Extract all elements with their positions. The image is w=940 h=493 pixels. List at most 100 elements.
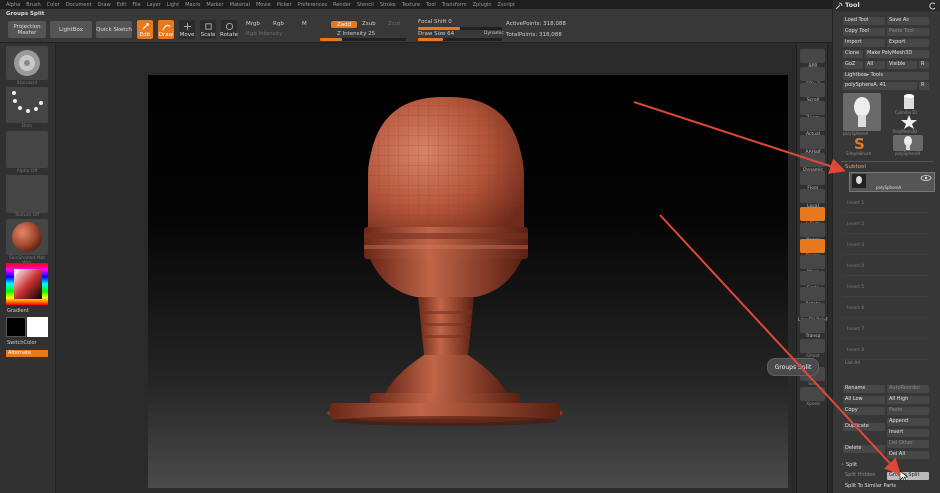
eye-icon[interactable]	[920, 175, 932, 181]
tool-thumb-cylinder[interactable]	[897, 93, 921, 111]
shelf-aahalf-button[interactable]	[800, 135, 825, 149]
visible-button[interactable]: Visible	[887, 61, 917, 69]
dynamic-toggle[interactable]: Dynamic	[484, 31, 504, 36]
scale-button[interactable]: Scale	[200, 20, 216, 39]
copy-subtool-button[interactable]: Copy	[843, 407, 885, 415]
menu-item-material[interactable]: Material	[230, 2, 250, 8]
subtool-active-item[interactable]: polySphereA	[849, 172, 935, 192]
r-button[interactable]: R	[919, 61, 929, 69]
menu-item-stencil[interactable]: Stencil	[357, 2, 374, 8]
tool-thumb-polymesh[interactable]	[897, 114, 921, 130]
draw-size-slider[interactable]	[418, 38, 502, 41]
save-as-button[interactable]: Save As	[887, 17, 929, 25]
menu-item-zplugin[interactable]: Zplugin	[473, 2, 492, 8]
zadd-button[interactable]: Zadd	[331, 21, 357, 28]
color-picker[interactable]	[6, 263, 48, 305]
alternate-button[interactable]: Alternate	[6, 350, 48, 357]
paste-tool-button[interactable]: Paste Tool	[887, 28, 929, 36]
menu-item-file[interactable]: File	[132, 2, 140, 8]
rgb-intensity-slider[interactable]: Rgb Intensity	[246, 31, 283, 37]
quick-sketch-button[interactable]: Quick Sketch	[96, 21, 132, 38]
shelf-bpr-button[interactable]	[800, 49, 825, 63]
shelf-ghost-button[interactable]	[800, 339, 825, 353]
shelf-dynamic-persp-button[interactable]	[800, 153, 825, 167]
subtool-slot[interactable]: Insert 1	[843, 194, 929, 213]
shelf-xpose-button[interactable]	[800, 387, 825, 401]
shelf-scale-button[interactable]	[800, 271, 825, 285]
menu-item-edit[interactable]: Edit	[117, 2, 127, 8]
alpha-thumb[interactable]	[6, 131, 48, 168]
main-color-swatch[interactable]	[6, 317, 26, 337]
shelf-actual-button[interactable]	[800, 117, 825, 131]
lightbox-tools-button[interactable]: Lightbox▸ Tools	[843, 72, 929, 80]
material-thumb[interactable]	[6, 219, 48, 255]
menu-item-alpha[interactable]: Alpha	[6, 2, 20, 8]
shelf-scroll-button[interactable]	[800, 83, 825, 97]
split-section-header[interactable]: Split	[846, 462, 857, 468]
subtool-slot[interactable]: Insert 6	[843, 299, 929, 318]
m-toggle[interactable]: M	[302, 21, 307, 27]
shelf-l-sym-button[interactable]	[800, 207, 825, 221]
edit-button[interactable]: Edit	[137, 20, 153, 39]
shelf-floor-button[interactable]	[800, 171, 825, 185]
append-button[interactable]: Append	[887, 418, 929, 426]
insert-button[interactable]: Insert	[887, 429, 929, 437]
rgb-toggle[interactable]: Rgb	[273, 21, 284, 27]
rotate-button[interactable]: Rotate	[220, 20, 238, 39]
menu-item-draw[interactable]: Draw	[98, 2, 111, 8]
subtool-slot[interactable]: Insert 7	[843, 320, 929, 339]
split-to-similar-parts-button[interactable]: Split To Similar Parts	[843, 483, 929, 491]
tool-thumb-polysphere-2[interactable]	[893, 135, 923, 151]
list-all-button[interactable]: List All	[845, 361, 860, 366]
menu-item-stroke[interactable]: Stroke	[380, 2, 396, 8]
menu-item-macro[interactable]: Macro	[185, 2, 200, 8]
export-button[interactable]: Export	[887, 39, 929, 47]
zcut-button[interactable]: Zcut	[388, 21, 400, 27]
tool-thumb-polysphere[interactable]	[843, 93, 881, 131]
duplicate-button[interactable]: Duplicate	[843, 423, 885, 431]
mrgb-toggle[interactable]: Mrgb	[246, 21, 260, 27]
rename-button[interactable]: Rename	[843, 385, 885, 393]
refresh-icon[interactable]	[929, 2, 937, 10]
switch-color-button[interactable]: SwitchColor	[7, 340, 37, 346]
shelf-local-button[interactable]	[800, 189, 825, 203]
menu-item-brush[interactable]: Brush	[26, 2, 40, 8]
menu-item-transform[interactable]: Transform	[442, 2, 467, 8]
delete-button[interactable]: Delete	[843, 445, 885, 453]
draw-button[interactable]: Draw	[158, 20, 174, 39]
goz-button[interactable]: GoZ	[843, 61, 863, 69]
document-canvas[interactable]	[148, 75, 788, 488]
menu-item-picker[interactable]: Picker	[277, 2, 292, 8]
del-all-button[interactable]: Del All	[887, 451, 929, 459]
subtool-slot[interactable]: Insert 5	[843, 278, 929, 297]
load-tool-button[interactable]: Load Tool	[843, 17, 885, 25]
z-intensity-slider[interactable]	[320, 38, 406, 41]
focal-shift-slider[interactable]	[418, 27, 502, 30]
all-button[interactable]: All	[865, 61, 885, 69]
menu-item-movie[interactable]: Movie	[256, 2, 271, 8]
current-tool-slider[interactable]: polySphereA. 41	[843, 82, 917, 90]
shelf-transp-button[interactable]	[800, 319, 825, 333]
shelf-spix-3-button[interactable]	[800, 67, 825, 81]
shelf-frame-button[interactable]	[800, 239, 825, 253]
shelf-rotate-button[interactable]	[800, 287, 825, 301]
shelf-xpose-button[interactable]	[800, 223, 825, 237]
stroke-thumb[interactable]	[6, 87, 48, 123]
subtool-slot[interactable]: Insert 4	[843, 257, 929, 276]
del-other-button[interactable]: Del Other	[887, 440, 929, 448]
menu-item-render[interactable]: Render	[333, 2, 351, 8]
split-hidden-button[interactable]: Split Hidden	[843, 472, 885, 480]
copy-tool-button[interactable]: Copy Tool	[843, 28, 885, 36]
lightbox-button[interactable]: LightBox	[50, 21, 92, 38]
paste-subtool-button[interactable]: Paste	[887, 407, 929, 415]
shelf-zoom-button[interactable]	[800, 101, 825, 115]
auto-reorder-button[interactable]: AutoReorder	[887, 385, 929, 393]
import-button[interactable]: Import	[843, 39, 885, 47]
shelf-move-button[interactable]	[800, 255, 825, 269]
menu-item-preferences[interactable]: Preferences	[298, 2, 327, 8]
menu-item-zscript[interactable]: Zscript	[498, 2, 515, 8]
make-polymesh-button[interactable]: Make PolyMesh3D	[865, 50, 929, 58]
menu-item-marker[interactable]: Marker	[206, 2, 223, 8]
menu-item-color[interactable]: Color	[47, 2, 60, 8]
menu-item-layer[interactable]: Layer	[147, 2, 161, 8]
